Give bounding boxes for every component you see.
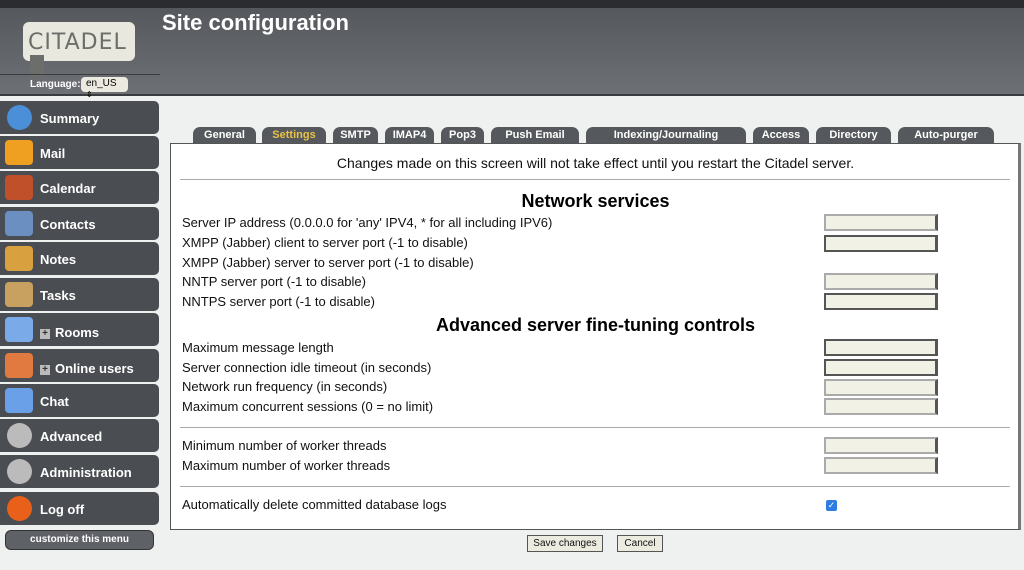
tab-access[interactable]: Access <box>753 127 809 144</box>
speech-bubble-icon <box>5 388 33 413</box>
field-label: Maximum message length <box>182 340 334 355</box>
cancel-button[interactable]: Cancel <box>617 535 663 552</box>
text-input[interactable] <box>824 339 938 356</box>
language-label: Language: <box>30 79 81 90</box>
field-label: Server connection idle timeout (in secon… <box>182 360 431 375</box>
text-input[interactable] <box>824 379 938 396</box>
sidebar-item-label: Log off <box>40 502 84 517</box>
divider <box>0 74 160 75</box>
restart-notice: Changes made on this screen will not tak… <box>170 155 1021 171</box>
sidebar-item-rooms[interactable]: + Rooms <box>0 313 159 346</box>
tab-auto-purger[interactable]: Auto-purger <box>898 127 994 144</box>
tab-settings[interactable]: Settings <box>262 127 326 144</box>
sidebar-item-label: Calendar <box>40 181 96 196</box>
divider <box>180 427 1010 428</box>
calendar-icon <box>5 175 33 200</box>
text-input[interactable] <box>824 273 938 290</box>
text-input[interactable] <box>824 359 938 376</box>
sidebar-item-chat[interactable]: Chat <box>0 384 159 417</box>
envelope-icon <box>5 140 33 165</box>
address-book-icon <box>5 211 33 236</box>
divider <box>180 486 1010 487</box>
expand-icon[interactable]: + <box>40 329 50 339</box>
sidebar-item-notes[interactable]: Notes <box>0 242 159 275</box>
auto-delete-checkbox[interactable]: ✓ <box>826 500 837 511</box>
field-label: Maximum concurrent sessions (0 = no limi… <box>182 399 433 414</box>
text-input[interactable] <box>824 398 938 415</box>
sidebar-item-label: Notes <box>40 252 76 267</box>
notepad-icon <box>5 246 33 271</box>
sidebar-item-label: Tasks <box>40 288 76 303</box>
sidebar-item-mail[interactable]: Mail <box>0 136 159 169</box>
sidebar-item-contacts[interactable]: Contacts <box>0 207 159 240</box>
tab-push-email[interactable]: Push Email <box>491 127 579 144</box>
header <box>0 8 1024 96</box>
text-input[interactable] <box>824 457 938 474</box>
globe-icon <box>7 105 32 130</box>
advanced-heading: Advanced server fine-tuning controls <box>170 315 1021 336</box>
tab-imap4[interactable]: IMAP4 <box>385 127 434 144</box>
tab-general[interactable]: General <box>193 127 256 144</box>
power-icon <box>7 496 32 521</box>
sidebar-item-log-off[interactable]: Log off <box>0 492 159 525</box>
sidebar-item-label: Advanced <box>40 429 102 444</box>
sidebar-item-label: Mail <box>40 146 65 161</box>
sidebar-item-calendar[interactable]: Calendar <box>0 171 159 204</box>
customize-menu-button[interactable]: customize this menu <box>5 530 154 550</box>
gear-icon <box>7 423 32 448</box>
sidebar-item-administration[interactable]: Administration <box>0 455 159 488</box>
text-input[interactable] <box>824 214 938 231</box>
network-services-heading: Network services <box>170 191 1021 212</box>
field-label: NNTPS server port (-1 to disable) <box>182 294 375 309</box>
language-value: en_US <box>86 78 117 89</box>
language-select[interactable]: en_US ⇕ <box>81 77 128 92</box>
divider <box>180 179 1010 180</box>
sidebar-item-summary[interactable]: Summary <box>0 101 159 134</box>
sidebar-item-online-users[interactable]: + Online users <box>0 349 159 382</box>
field-label: Maximum number of worker threads <box>182 458 390 473</box>
tab-pop3[interactable]: Pop3 <box>441 127 484 144</box>
field-label: XMPP (Jabber) server to server port (-1 … <box>182 255 474 270</box>
user-icon <box>5 353 33 378</box>
auto-delete-label: Automatically delete committed database … <box>182 497 446 512</box>
field-label: Minimum number of worker threads <box>182 438 386 453</box>
sidebar-item-label: Online users <box>55 361 134 376</box>
tab-directory[interactable]: Directory <box>816 127 891 144</box>
sidebar-item-label: Administration <box>40 465 132 480</box>
top-bar <box>0 0 1024 8</box>
sidebar-item-tasks[interactable]: Tasks <box>0 278 159 311</box>
sidebar-item-label: Contacts <box>40 217 96 232</box>
text-input[interactable] <box>824 235 938 252</box>
field-label: Server IP address (0.0.0.0 for 'any' IPV… <box>182 215 552 230</box>
sidebar-item-label: Chat <box>40 394 69 409</box>
field-label: NNTP server port (-1 to disable) <box>182 274 366 289</box>
folder-icon <box>5 317 33 342</box>
tab-indexing-journaling[interactable]: Indexing/Journaling <box>586 127 746 144</box>
select-arrows-icon: ⇕ <box>86 90 93 99</box>
sidebar-item-label: Summary <box>40 111 99 126</box>
field-label: Network run frequency (in seconds) <box>182 379 387 394</box>
logo-text: CITADEL <box>28 30 127 55</box>
page-title: Site configuration <box>162 10 349 36</box>
expand-icon[interactable]: + <box>40 365 50 375</box>
text-input[interactable] <box>824 437 938 454</box>
gear-icon <box>7 459 32 484</box>
citadel-logo: CITADEL <box>23 22 135 61</box>
sidebar-item-label: Rooms <box>55 325 99 340</box>
text-input[interactable] <box>824 293 938 310</box>
clipboard-icon <box>5 282 33 307</box>
field-label: XMPP (Jabber) client to server port (-1 … <box>182 235 468 250</box>
sidebar-item-advanced[interactable]: Advanced <box>0 419 159 452</box>
save-changes-button[interactable]: Save changes <box>527 535 603 552</box>
tab-smtp[interactable]: SMTP <box>333 127 378 144</box>
